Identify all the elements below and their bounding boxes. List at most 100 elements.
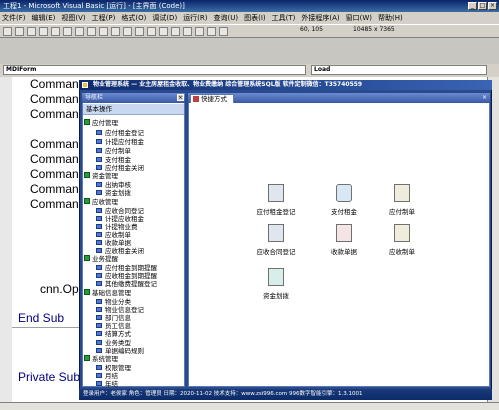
item-icon — [96, 339, 102, 345]
stop-icon[interactable] — [159, 26, 168, 36]
shortcut-receipt[interactable]: 收款单据 — [314, 224, 374, 256]
ide-toolbar — [0, 24, 499, 38]
folder-icon — [84, 172, 90, 178]
menu-format[interactable]: 格式(O) — [121, 13, 146, 23]
paste-icon[interactable] — [87, 26, 96, 36]
menu-view[interactable]: 视图(V) — [61, 13, 85, 23]
copy-icon[interactable] — [75, 26, 84, 36]
nav-section-basic[interactable]: 基本操作 — [83, 104, 184, 115]
transfer-icon — [268, 268, 284, 286]
item-icon — [96, 138, 102, 144]
add-form-icon[interactable] — [15, 26, 24, 36]
item-icon — [96, 129, 102, 135]
code-line: Comman — [30, 137, 79, 151]
folder-icon — [84, 119, 90, 125]
code-line: Comman — [30, 107, 79, 121]
ide-title-bar: 工程1 - Microsoft Visual Basic [运行] - [主界面… — [0, 0, 499, 12]
quick-tab[interactable]: 快捷方式 — [190, 94, 234, 103]
quick-close-icon[interactable]: × — [482, 95, 489, 102]
shortcut-payable-voucher[interactable]: 应付制单 — [372, 184, 432, 216]
object-browser-icon[interactable] — [207, 26, 216, 36]
item-icon — [96, 264, 102, 270]
item-icon — [96, 215, 102, 221]
item-icon — [96, 372, 102, 378]
status-bar: 登录用户：老侯家 角色：管理员 日期：2020-11-02 技术支持：www.z… — [79, 389, 492, 400]
menu-run[interactable]: 运行(R) — [183, 13, 207, 23]
menu-window[interactable]: 窗口(W) — [346, 13, 372, 23]
menu-help[interactable]: 帮助(H) — [378, 13, 403, 23]
contract-icon — [268, 224, 284, 242]
shortcut-pay-rent[interactable]: 支付租金 — [314, 184, 374, 216]
properties-icon[interactable] — [183, 26, 192, 36]
nav-group-payable[interactable]: 应付管理 — [84, 117, 118, 127]
menu-debug[interactable]: 调试(D) — [152, 13, 177, 23]
code-line: Comman — [30, 77, 79, 91]
voucher-icon — [394, 184, 410, 202]
window-controls: _ □ × — [468, 2, 497, 10]
item-icon — [96, 380, 102, 386]
item-icon — [96, 156, 102, 162]
menu-project[interactable]: 工程(P) — [92, 13, 116, 23]
add-project-icon[interactable] — [3, 26, 12, 36]
folder-icon — [84, 198, 90, 204]
item-icon — [96, 164, 102, 170]
item-icon — [96, 231, 102, 237]
form-layout-icon[interactable] — [195, 26, 204, 36]
menu-tools[interactable]: 工具(T) — [272, 13, 296, 23]
menu-diagram[interactable]: 图表(I) — [244, 13, 266, 23]
redo-icon[interactable] — [123, 26, 132, 36]
star-icon — [193, 96, 199, 102]
nav-header: 导航栏 — [82, 93, 185, 103]
item-icon — [96, 181, 102, 187]
item-icon — [96, 223, 102, 229]
folder-icon — [84, 355, 90, 361]
open-icon[interactable] — [39, 26, 48, 36]
menu-query[interactable]: 查询(U) — [214, 13, 239, 23]
shortcut-payable-register[interactable]: 应付租金登记 — [246, 184, 306, 216]
shortcut-fund-transfer[interactable]: 资金划拨 — [246, 268, 306, 300]
procedure-combo[interactable]: Load — [311, 65, 487, 75]
item-icon — [96, 322, 102, 328]
project-explorer-icon[interactable] — [171, 26, 180, 36]
maximize-icon[interactable]: □ — [478, 2, 487, 10]
undo-icon[interactable] — [111, 26, 120, 36]
receipt-icon — [336, 224, 352, 242]
item-icon — [96, 364, 102, 370]
item-icon — [96, 147, 102, 153]
minimize-icon[interactable]: _ — [468, 2, 477, 10]
document-icon — [268, 184, 284, 202]
item-icon — [96, 247, 102, 253]
menu-addins[interactable]: 外接程序(A) — [301, 13, 339, 23]
ide-gray-area — [0, 38, 499, 64]
object-combo[interactable]: MDIForm — [3, 65, 306, 75]
pay-icon — [336, 184, 352, 202]
start-icon[interactable] — [135, 26, 144, 36]
code-line: Comman — [30, 92, 79, 106]
cut-icon[interactable] — [63, 26, 72, 36]
nav-item[interactable]: 年结 — [96, 378, 118, 388]
item-icon — [96, 280, 102, 286]
menu-file[interactable]: 文件(F) — [2, 13, 26, 23]
pause-icon[interactable] — [147, 26, 156, 36]
position-readout: 60, 105 — [300, 26, 323, 33]
close-icon[interactable]: × — [488, 2, 497, 10]
menu-editor-icon[interactable] — [27, 26, 36, 36]
menu-edit[interactable]: 编辑(E) — [32, 13, 56, 23]
folder-icon — [84, 255, 90, 261]
voucher-icon — [394, 224, 410, 242]
app-title-bar: 物业管理系统 — 业主房屋租金收取、物业费缴纳 综合管理系统SQL版 软件定制微… — [79, 80, 492, 90]
save-icon[interactable] — [51, 26, 60, 36]
shortcut-receivable-voucher[interactable]: 应收制单 — [372, 224, 432, 256]
code-line: Comman — [30, 182, 79, 196]
shortcut-receivable-contract[interactable]: 应收合同登记 — [246, 224, 306, 256]
nav-close-icon[interactable]: × — [177, 94, 184, 101]
find-icon[interactable] — [99, 26, 108, 36]
item-icon — [96, 298, 102, 304]
code-line: Private Sub — [18, 370, 81, 384]
toolbox-icon[interactable] — [219, 26, 228, 36]
code-line: Comman — [30, 167, 79, 181]
code-horizontal-scrollbar[interactable] — [0, 402, 499, 410]
item-icon — [96, 239, 102, 245]
item-icon — [96, 207, 102, 213]
item-icon — [96, 306, 102, 312]
